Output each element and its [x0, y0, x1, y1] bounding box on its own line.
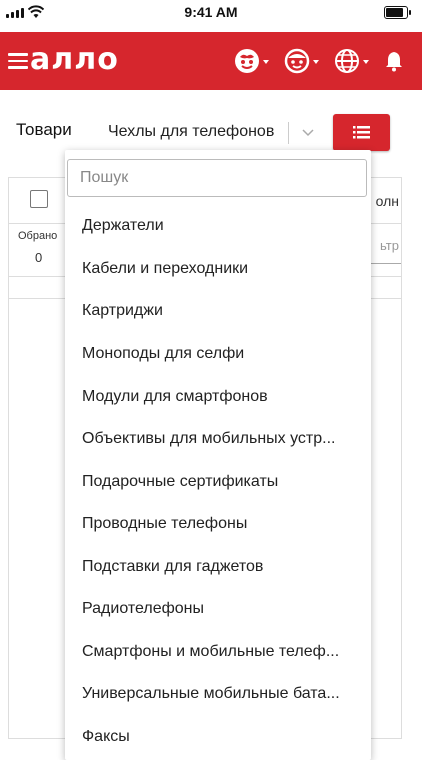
filter-underline [371, 263, 401, 264]
dropdown-item[interactable]: Держатели [82, 205, 357, 247]
globe-icon [335, 49, 359, 73]
face-menu-button[interactable] [234, 47, 269, 75]
category-select[interactable]: Чехлы для телефонов [108, 116, 328, 151]
status-time: 9:41 AM [184, 4, 238, 20]
selected-count: 0 [35, 250, 43, 265]
products-label: Товари [16, 120, 72, 139]
app-header: аллo [0, 32, 422, 90]
dropdown-item[interactable]: Модули для смартфонов [82, 376, 357, 418]
selected-label: Обрано [18, 230, 58, 242]
dropdown-item[interactable]: Универсальные мобильные бата... [82, 673, 357, 715]
menu-icon[interactable] [8, 53, 28, 69]
smiley-icon [284, 48, 310, 74]
status-bar: 9:41 AM [0, 0, 422, 30]
dropdown-item[interactable]: Смартфоны и мобильные телеф... [82, 631, 357, 673]
language-menu-button[interactable] [334, 47, 369, 75]
dropdown-item[interactable]: Факсы [82, 716, 357, 758]
dropdown-item[interactable]: Проводные телефоны [82, 503, 357, 545]
battery-icon [384, 6, 411, 19]
chevron-down-icon[interactable] [300, 124, 316, 140]
dropdown-item[interactable]: Подарочные сертификаты [82, 461, 357, 503]
dropdown-item[interactable]: Кабели и переходники [82, 248, 357, 290]
dropdown-item[interactable]: Подставки для гаджетов [82, 546, 357, 588]
bell-icon [386, 52, 402, 72]
dropdown-item[interactable]: Моноподы для селфи [82, 333, 357, 375]
list-view-button[interactable] [333, 114, 390, 151]
dropdown-item[interactable]: Радиотелефоны [82, 588, 357, 630]
column-filter-partial[interactable]: ьтр [380, 238, 399, 253]
dropdown-item[interactable]: Объективы для мобильных устр... [82, 418, 357, 460]
notifications-button[interactable] [384, 47, 404, 75]
allo-logo[interactable]: аллo [30, 42, 119, 77]
column-header-partial: олн [375, 193, 399, 209]
select-all-checkbox[interactable] [30, 190, 48, 208]
category-select-value: Чехлы для телефонов [108, 123, 275, 140]
select-separator [288, 122, 289, 144]
category-dropdown: Держатели Кабели и переходники Картриджи… [65, 150, 371, 760]
list-icon [353, 126, 370, 139]
profile-menu-button[interactable] [284, 47, 319, 75]
search-input[interactable] [67, 159, 367, 197]
dropdown-item[interactable]: Картриджи [82, 290, 357, 332]
face-icon [235, 49, 259, 73]
